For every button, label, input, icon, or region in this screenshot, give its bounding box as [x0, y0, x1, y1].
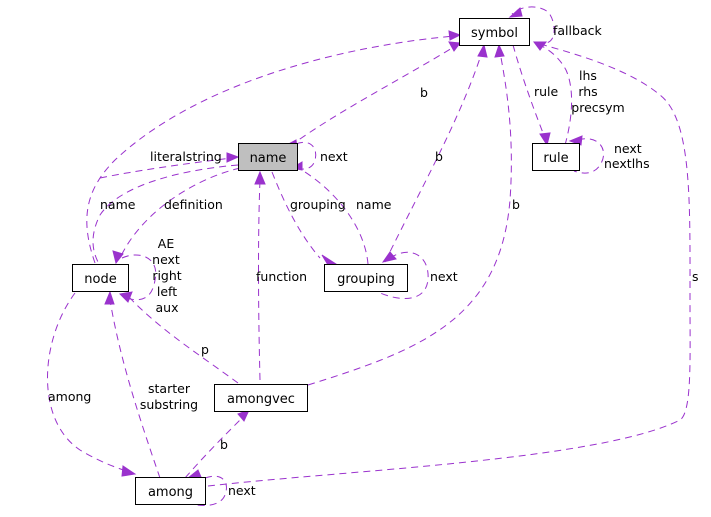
edge-label-rule-next: next: [614, 141, 642, 156]
edge-label-grouping-b: b: [435, 149, 443, 164]
node-label: name: [250, 151, 287, 166]
node-label: among: [148, 485, 193, 500]
collaboration-diagram: symbol rule name node grouping amongvec …: [47, 6, 699, 506]
edge-definition: [119, 167, 241, 259]
node-symbol[interactable]: symbol: [459, 18, 530, 46]
edge-label-right: right: [152, 268, 181, 283]
edge-label-node-name: name: [100, 197, 136, 212]
edge-label-aux: aux: [156, 300, 179, 315]
edge-label-among-b: b: [220, 437, 228, 452]
edge-label-lhs: lhs: [579, 68, 597, 83]
edge-label-fallback: fallback: [553, 23, 602, 38]
edge-label-grouping-name: name: [356, 197, 392, 212]
edge-label-definition: definition: [164, 197, 223, 212]
edge-label-s: s: [692, 269, 699, 284]
edge-label-precsym: precsym: [571, 100, 624, 115]
edge-label-starter: starter: [148, 381, 191, 396]
node-label: amongvec: [227, 392, 295, 407]
edge-label-AE: AE: [158, 236, 175, 251]
node-rule[interactable]: rule: [532, 143, 580, 171]
arrowhead: [494, 43, 505, 58]
edge-p: [127, 295, 239, 384]
edge-grouping-to-symbol: [384, 51, 483, 263]
node-grouping[interactable]: grouping: [324, 264, 408, 292]
node-node[interactable]: node: [72, 264, 129, 292]
edge-label-p: p: [201, 342, 209, 357]
edge-label-grouping-next: next: [430, 269, 458, 284]
arrowhead: [254, 170, 266, 185]
edge-label-grouping: grouping: [290, 197, 346, 212]
arrowhead: [226, 152, 240, 163]
edge-among-b: [184, 414, 246, 479]
edge-label-name-b: b: [420, 85, 428, 100]
arrowhead: [381, 251, 397, 263]
edge-label-rhs: rhs: [578, 84, 597, 99]
edge-among: [47, 292, 127, 472]
edge-label-rule: rule: [534, 84, 559, 99]
edge-label-substring: substring: [140, 397, 198, 412]
edge-label-left: left: [157, 284, 177, 299]
node-label: grouping: [337, 272, 395, 287]
arrowhead: [186, 469, 202, 479]
arrowhead: [121, 465, 137, 477]
node-amongvec[interactable]: amongvec: [214, 384, 308, 412]
edge-grouping-to-name: [304, 171, 369, 265]
arrowhead: [112, 250, 124, 265]
edge-label-function: function: [256, 269, 307, 284]
edge-label-amongvec-b: b: [512, 197, 520, 212]
arrowhead: [533, 41, 547, 51]
arrowhead: [508, 7, 523, 18]
edge-label-among-next: next: [228, 483, 256, 498]
edge-label-rule-nextlhs: nextlhs: [604, 156, 650, 171]
edge-label-among: among: [48, 389, 91, 404]
node-label: rule: [543, 151, 568, 166]
arrowhead: [448, 41, 461, 52]
edge-label-node-next: next: [152, 252, 180, 267]
arrowhead: [321, 254, 338, 266]
arrowhead: [104, 290, 115, 305]
edge-name-to-grouping: [271, 171, 321, 259]
node-label: symbol: [471, 26, 518, 41]
node-label: node: [84, 272, 116, 287]
edge-label-name-next: next: [320, 149, 348, 164]
node-among[interactable]: among: [135, 477, 206, 505]
arrowhead: [118, 291, 133, 303]
arrowhead: [448, 30, 462, 41]
arrowhead: [477, 43, 488, 58]
node-name[interactable]: name: [238, 143, 298, 171]
edge-amongvec-to-symbol: [307, 51, 512, 386]
edge-label-literalstring: literalstring: [150, 149, 222, 164]
